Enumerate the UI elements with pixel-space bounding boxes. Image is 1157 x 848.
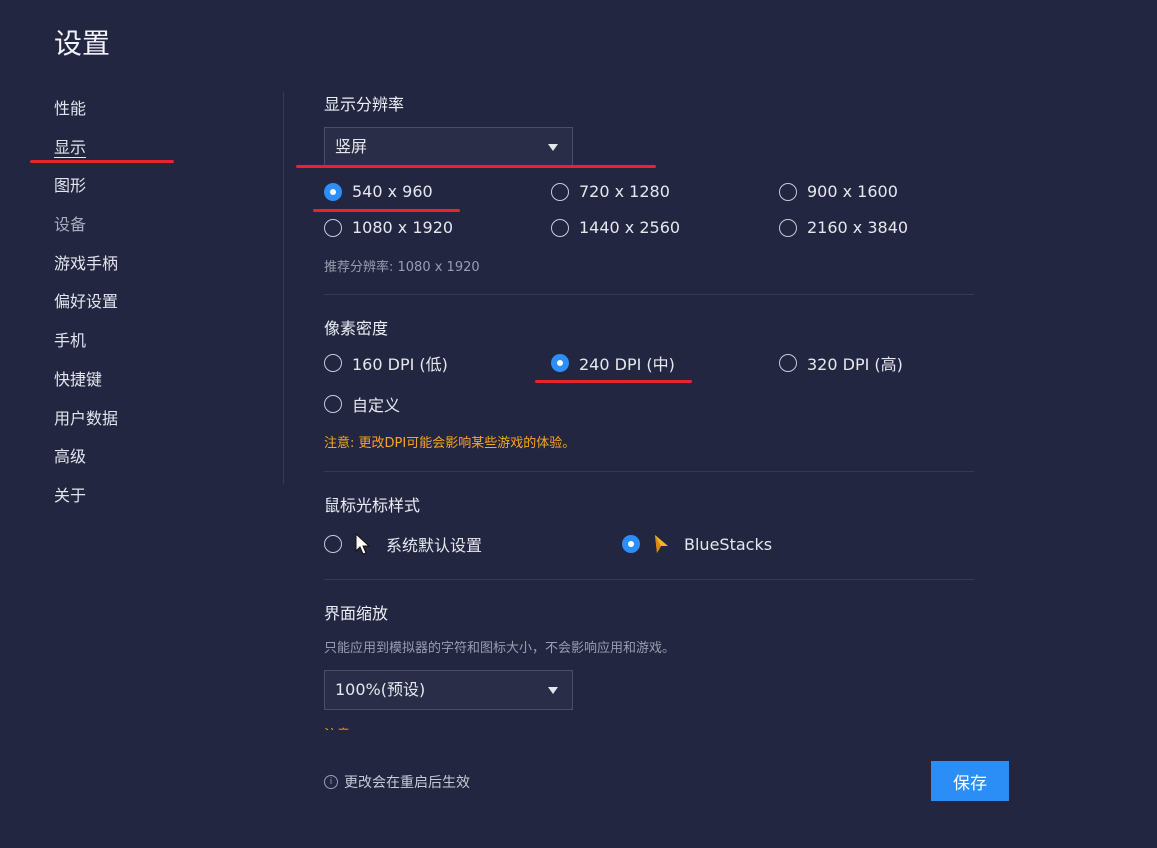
dpi-warning: 注意: 更改DPI可能会影响某些游戏的体验。 xyxy=(324,436,576,451)
cursor-option-bluestacks[interactable]: BlueStacks xyxy=(622,532,772,556)
resolution-option-720x1280[interactable]: 720 x 1280 xyxy=(551,182,670,201)
save-button[interactable]: 保存 xyxy=(931,761,1009,801)
option-label: 1080 x 1920 xyxy=(352,218,454,237)
chevron-down-icon xyxy=(548,687,558,694)
scale-select[interactable]: 100%(预设) xyxy=(324,670,573,710)
annotation-underline xyxy=(30,160,174,163)
restart-note: i 更改会在重启后生效 xyxy=(324,772,470,792)
option-label: 1440 x 2560 xyxy=(579,218,681,237)
annotation-underline xyxy=(313,209,460,212)
scale-warning-clipped: 注意 xyxy=(324,724,350,730)
radio-selected-icon xyxy=(324,182,342,201)
dpi-title: 像素密度 xyxy=(324,319,389,338)
sidebar-item-phone[interactable]: 手机 xyxy=(54,328,254,367)
radio-icon xyxy=(324,354,342,372)
radio-icon xyxy=(324,218,342,237)
sidebar-item-shortcuts[interactable]: 快捷键 xyxy=(54,367,254,406)
info-icon: i xyxy=(324,775,338,789)
option-label: 240 DPI (中) xyxy=(579,355,675,374)
orientation-value: 竖屏 xyxy=(335,137,368,156)
radio-icon xyxy=(551,218,569,237)
resolution-option-900x1600[interactable]: 900 x 1600 xyxy=(779,182,898,201)
dpi-option-custom[interactable]: 自定义 xyxy=(324,392,400,416)
annotation-underline xyxy=(535,380,692,383)
radio-selected-icon xyxy=(551,354,569,372)
radio-icon xyxy=(779,218,797,237)
option-label: BlueStacks xyxy=(684,534,773,554)
sidebar-item-preferences[interactable]: 偏好设置 xyxy=(54,289,254,328)
sidebar-item-user-data[interactable]: 用户数据 xyxy=(54,406,254,445)
section-divider xyxy=(324,294,974,295)
option-label: 720 x 1280 xyxy=(579,182,670,201)
dpi-option-320[interactable]: 320 DPI (高) xyxy=(779,351,903,375)
system-cursor-icon xyxy=(355,532,371,555)
radio-selected-icon xyxy=(622,535,640,553)
settings-content: 显示分辨率 竖屏 540 x 960 720 x 1280 900 x 1600… xyxy=(324,88,974,730)
sidebar-item-advanced[interactable]: 高级 xyxy=(54,444,254,483)
sidebar-item-display[interactable]: 显示 xyxy=(54,135,254,174)
cursor-option-system[interactable]: 系统默认设置 xyxy=(324,532,482,556)
radio-icon xyxy=(324,535,342,553)
sidebar-item-device[interactable]: 设备 xyxy=(54,212,254,251)
resolution-option-2160x3840[interactable]: 2160 x 3840 xyxy=(779,218,908,237)
scale-title: 界面缩放 xyxy=(324,604,389,623)
option-label: 160 DPI (低) xyxy=(352,355,448,374)
section-divider xyxy=(324,579,974,580)
page-title: 设置 xyxy=(54,27,111,60)
option-label: 540 x 960 xyxy=(352,182,433,201)
option-label: 自定义 xyxy=(352,396,401,415)
sidebar-divider xyxy=(283,92,284,484)
option-label: 320 DPI (高) xyxy=(807,355,903,374)
restart-note-text: 更改会在重启后生效 xyxy=(344,775,470,791)
radio-icon xyxy=(779,354,797,372)
radio-icon xyxy=(324,395,342,413)
radio-icon xyxy=(779,182,797,201)
annotation-underline xyxy=(296,165,656,168)
chevron-down-icon xyxy=(548,144,558,151)
option-label: 2160 x 3840 xyxy=(807,218,909,237)
option-label: 系统默认设置 xyxy=(386,536,483,555)
recommended-resolution: 推荐分辨率: 1080 x 1920 xyxy=(324,260,480,275)
resolution-option-1080x1920[interactable]: 1080 x 1920 xyxy=(324,218,453,237)
sidebar-item-graphics[interactable]: 图形 xyxy=(54,173,254,212)
resolution-option-1440x2560[interactable]: 1440 x 2560 xyxy=(551,218,680,237)
scale-value: 100%(预设) xyxy=(335,680,426,699)
section-divider xyxy=(324,471,974,472)
cursor-title: 鼠标光标样式 xyxy=(324,496,421,515)
orientation-select[interactable]: 竖屏 xyxy=(324,127,573,167)
dpi-option-160[interactable]: 160 DPI (低) xyxy=(324,351,448,375)
sidebar-item-performance[interactable]: 性能 xyxy=(54,96,254,135)
resolution-option-540x960[interactable]: 540 x 960 xyxy=(324,182,433,201)
resolution-title: 显示分辨率 xyxy=(324,95,405,114)
sidebar-item-gamepad[interactable]: 游戏手柄 xyxy=(54,251,254,290)
dpi-option-240[interactable]: 240 DPI (中) xyxy=(551,351,675,375)
sidebar-item-about[interactable]: 关于 xyxy=(54,483,254,522)
scale-description: 只能应用到模拟器的字符和图标大小，不会影响应用和游戏。 xyxy=(324,641,676,656)
option-label: 900 x 1600 xyxy=(807,182,898,201)
bluestacks-cursor-icon xyxy=(655,535,668,553)
radio-icon xyxy=(551,182,569,201)
